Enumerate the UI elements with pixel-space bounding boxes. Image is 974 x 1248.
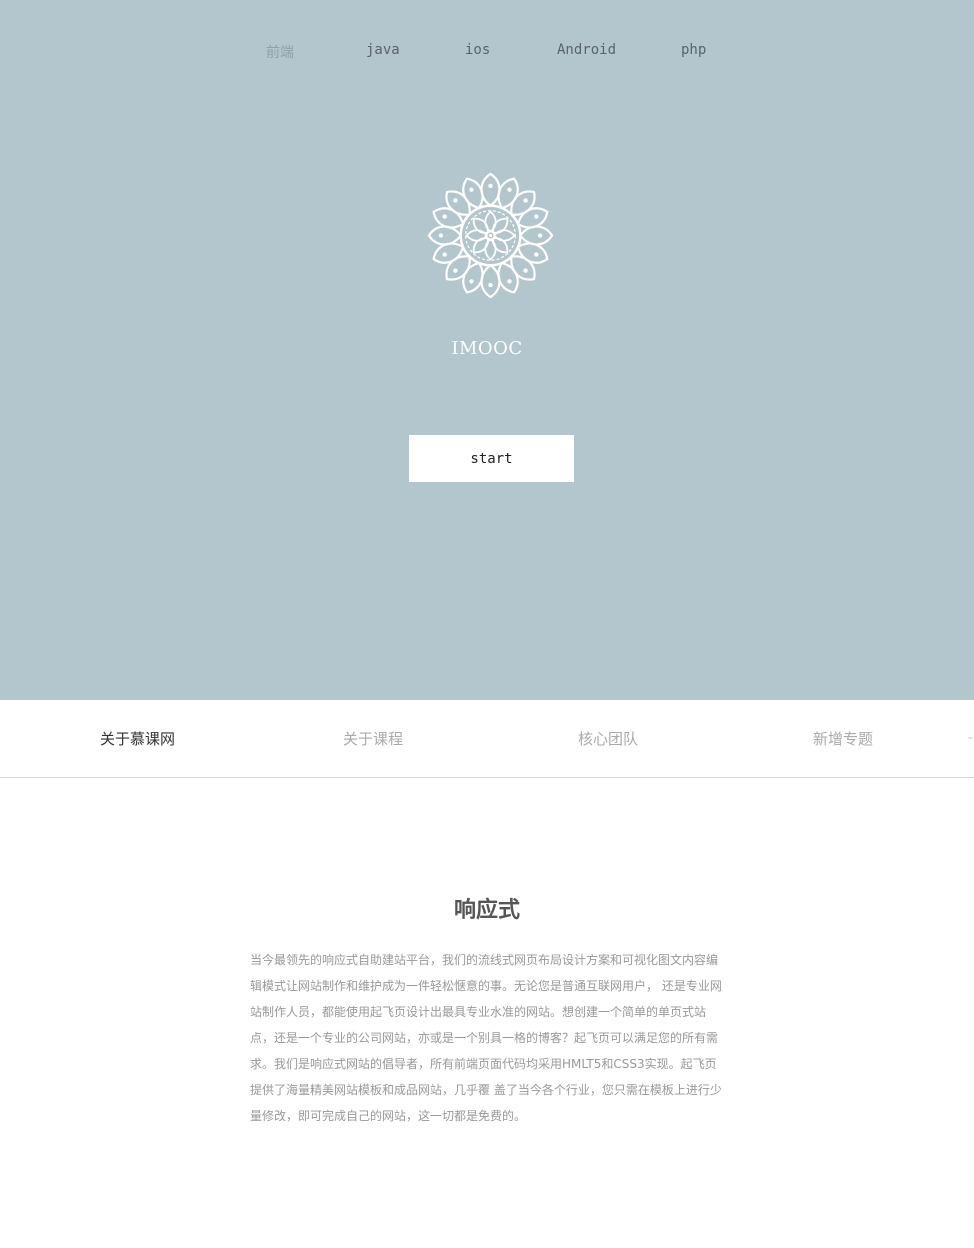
section-body: 当今最领先的响应式自助建站平台，我们的流线式网页布局设计方案和可视化图文内容编辑… — [250, 953, 722, 1123]
lace-mandala-icon — [425, 171, 556, 300]
content-section: 响应式 当今最领先的响应式自助建站平台，我们的流线式网页布局设计方案和可视化图文… — [0, 778, 974, 1248]
nav-item-android[interactable]: Android — [557, 42, 616, 58]
brand-title: IMOOC — [451, 338, 523, 359]
nav-item-ios[interactable]: ios — [465, 42, 490, 58]
nav-item-frontend[interactable]: 前端 — [266, 42, 294, 62]
start-button[interactable]: start — [409, 435, 574, 482]
section-title: 响应式 — [453, 897, 520, 923]
tab-new-topics[interactable]: 新增专题 — [813, 728, 873, 749]
section-tabbar: 关于慕课网 关于课程 核心团队 新增专题 - — [0, 700, 974, 778]
top-nav: 前端 java ios Android php — [0, 42, 974, 62]
hero-banner: 前端 java ios Android php IMOOC start — [0, 0, 974, 700]
tab-about-courses[interactable]: 关于课程 — [343, 728, 403, 749]
tab-overflow-edge: - — [968, 728, 974, 746]
nav-item-java[interactable]: java — [366, 42, 400, 58]
tab-core-team[interactable]: 核心团队 — [578, 728, 638, 749]
nav-item-php[interactable]: php — [681, 42, 706, 58]
tab-about-imooc[interactable]: 关于慕课网 — [100, 728, 175, 749]
